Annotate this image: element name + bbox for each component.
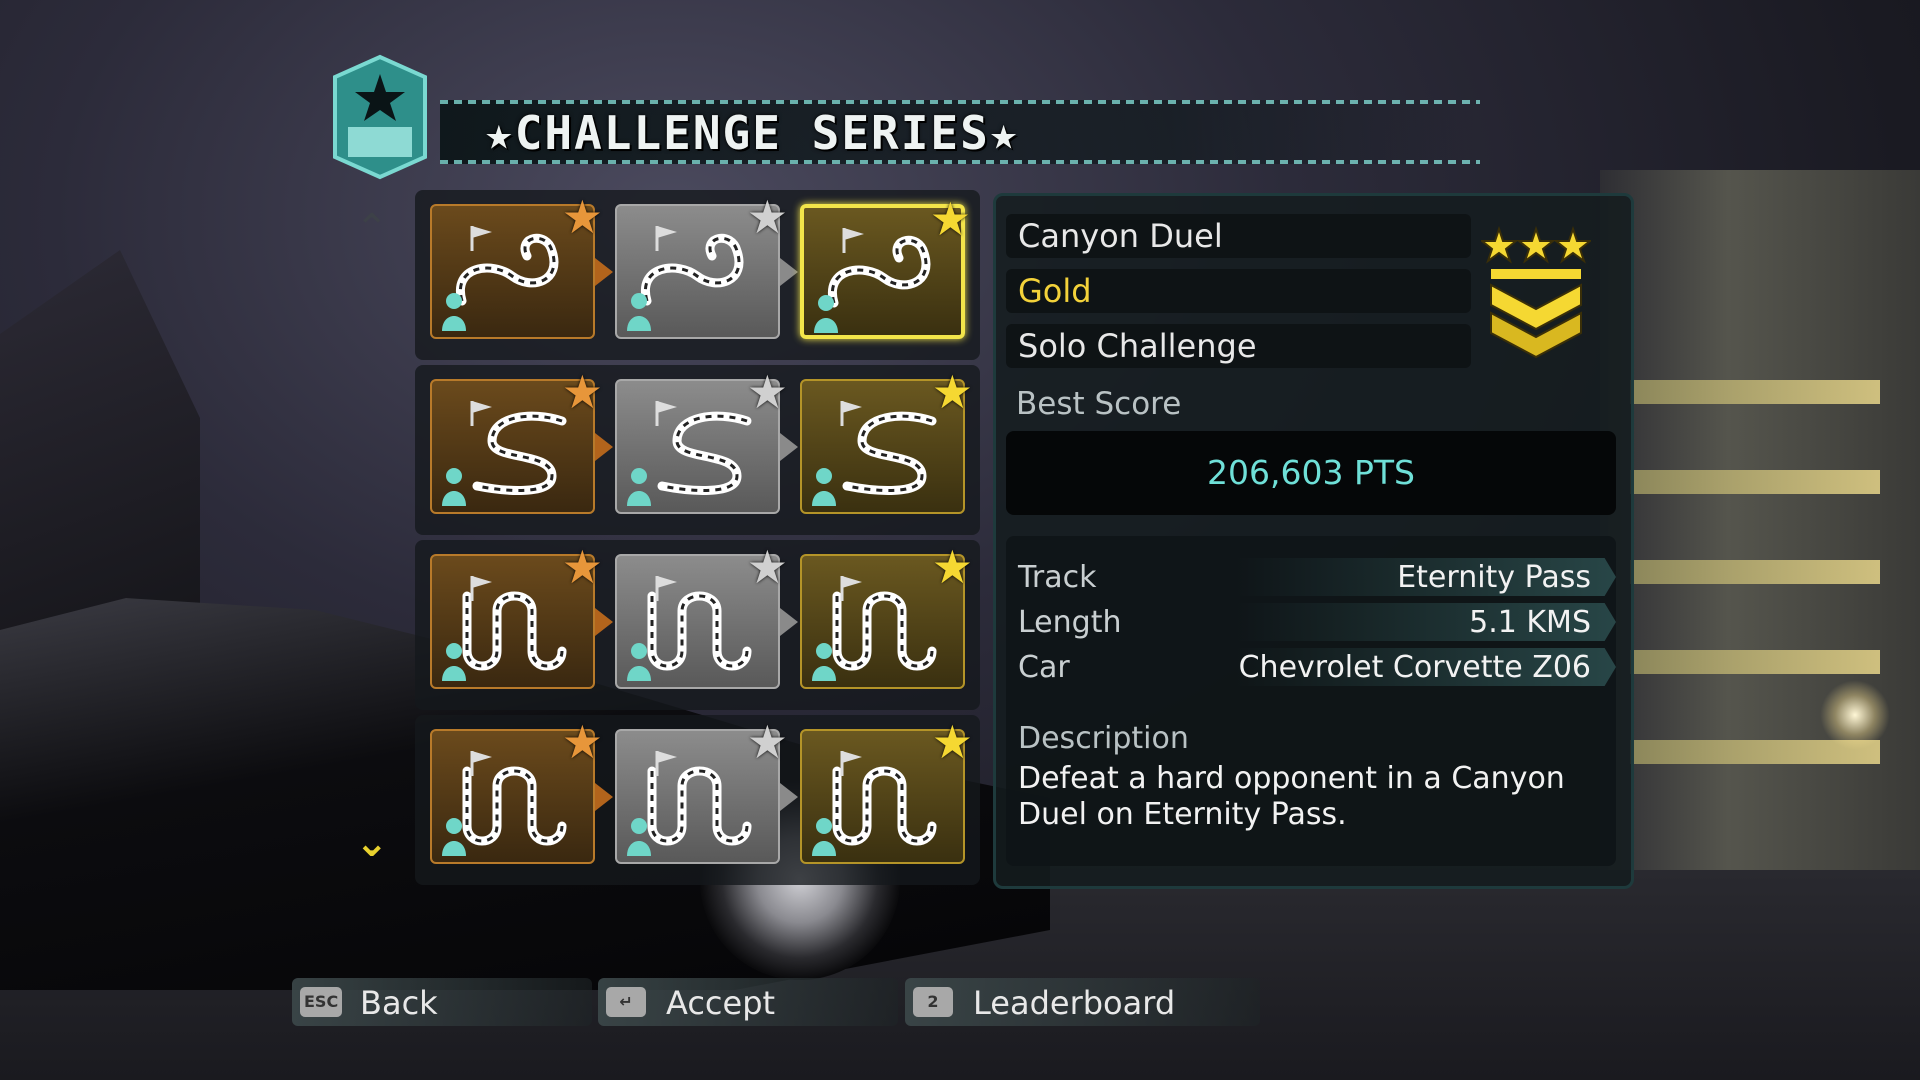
challenge-series-emblem-icon (333, 54, 427, 180)
silver-star-icon: ★ (746, 190, 788, 244)
back-button[interactable]: ESC Back (292, 978, 592, 1026)
bronze-star-icon: ★ (561, 190, 603, 244)
challenge-tile-gold[interactable]: ★ (800, 544, 973, 689)
challenge-tile-gold[interactable]: ★ (800, 196, 971, 339)
info-row-car: Car Chevrolet Corvette Z06 (1006, 646, 1616, 688)
progress-arrow-icon (595, 258, 613, 286)
info-value: Eternity Pass (1397, 560, 1591, 595)
event-name: Canyon Duel (1006, 214, 1471, 258)
building-right (1600, 170, 1920, 870)
enter-key-icon: ↵ (606, 987, 646, 1017)
progress-arrow-icon (595, 608, 613, 636)
challenge-row: ★ ★ ★ (415, 190, 980, 360)
street-lamp (1820, 680, 1890, 750)
gold-star-icon: ★ (931, 540, 973, 594)
scroll-down-icon[interactable]: ⌄ (355, 820, 389, 866)
medal-level: Gold (1006, 269, 1471, 313)
challenge-tile-gold[interactable]: ★ (800, 369, 973, 514)
challenge-tile-silver[interactable]: ★ (615, 719, 788, 864)
progress-arrow-icon (780, 433, 798, 461)
title-bar: ★CHALLENGE SERIES★ (440, 100, 1480, 164)
page-title: ★CHALLENGE SERIES★ (485, 106, 1020, 160)
progress-arrow-icon (780, 783, 798, 811)
info-value: Chevrolet Corvette Z06 (1238, 650, 1591, 685)
leaderboard-button[interactable]: 2 Leaderboard (905, 978, 1260, 1026)
accept-label: Accept (666, 984, 776, 1022)
leaderboard-label: Leaderboard (973, 984, 1176, 1022)
silver-star-icon: ★ (746, 540, 788, 594)
gold-rank-badge-icon (1481, 225, 1591, 359)
bronze-star-icon: ★ (561, 540, 603, 594)
description-label: Description (1018, 721, 1189, 756)
info-value: 5.1 KMS (1469, 605, 1591, 640)
gold-star-icon: ★ (929, 192, 971, 246)
challenge-tile-bronze[interactable]: ★ (430, 544, 603, 689)
challenge-row: ★ ★ ★ (415, 365, 980, 535)
challenge-tile-bronze[interactable]: ★ (430, 369, 603, 514)
info-key: Length (1018, 605, 1122, 640)
progress-arrow-icon (780, 608, 798, 636)
progress-arrow-icon (595, 783, 613, 811)
challenge-tile-bronze[interactable]: ★ (430, 719, 603, 864)
accept-button[interactable]: ↵ Accept (598, 978, 898, 1026)
key-2-icon: 2 (913, 987, 953, 1017)
event-details-panel: Canyon Duel Gold Solo Challenge Best Sco… (993, 193, 1634, 889)
challenge-tile-gold[interactable]: ★ (800, 719, 973, 864)
progress-arrow-icon (595, 433, 613, 461)
gold-star-icon: ★ (931, 715, 973, 769)
info-row-length: Length 5.1 KMS (1006, 601, 1616, 643)
best-score-value: 206,603 PTS (1006, 431, 1616, 515)
info-row-track: Track Eternity Pass (1006, 556, 1616, 598)
description-text: Defeat a hard opponent in a Canyon Duel … (1018, 761, 1565, 832)
challenge-grid: ★ ★ ★ ★ ★ ★ ★ ★ ★ ★ ★ ★ (415, 190, 980, 885)
best-score-label: Best Score (1016, 386, 1182, 422)
silver-star-icon: ★ (746, 365, 788, 419)
challenge-tile-bronze[interactable]: ★ (430, 194, 603, 339)
bronze-star-icon: ★ (561, 715, 603, 769)
gold-star-icon: ★ (931, 365, 973, 419)
challenge-row: ★ ★ ★ (415, 715, 980, 885)
challenge-tile-silver[interactable]: ★ (615, 544, 788, 689)
challenge-tile-silver[interactable]: ★ (615, 194, 788, 339)
progress-arrow-icon (780, 258, 798, 286)
challenge-row: ★ ★ ★ (415, 540, 980, 710)
info-key: Track (1018, 560, 1097, 595)
bronze-star-icon: ★ (561, 365, 603, 419)
event-info-section: Track Eternity Pass Length 5.1 KMS Car C… (1006, 536, 1616, 866)
event-mode: Solo Challenge (1006, 324, 1471, 368)
scroll-up-icon[interactable]: ⌃ (355, 206, 389, 252)
back-label: Back (360, 984, 438, 1022)
info-key: Car (1018, 650, 1070, 685)
esc-key-icon: ESC (300, 987, 343, 1017)
challenge-tile-silver[interactable]: ★ (615, 369, 788, 514)
header: ★CHALLENGE SERIES★ (330, 52, 1480, 182)
silver-star-icon: ★ (746, 715, 788, 769)
